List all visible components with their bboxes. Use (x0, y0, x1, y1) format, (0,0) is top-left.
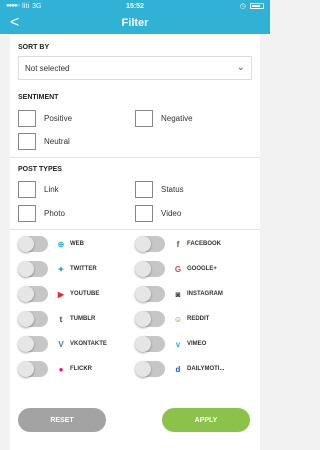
network-name: DAILYMOTI... (187, 366, 225, 372)
network-toggle-flickr[interactable]: ● FLICKR (18, 361, 92, 377)
apply-button[interactable]: APPLY (162, 408, 250, 432)
checkbox-label: Negative (161, 114, 193, 123)
nav-bar: < Filter (0, 12, 270, 34)
flickr-icon: ● (58, 364, 64, 374)
toggle-knob (135, 236, 151, 252)
network-toggle-youtube[interactable]: ▶ YOUTUBE (18, 286, 99, 302)
toggle-switch[interactable] (135, 286, 165, 302)
toggle-switch[interactable] (135, 311, 165, 327)
network-toggle-web[interactable]: ⊕ WEB (18, 236, 84, 252)
post-type-video-checkbox[interactable]: Video (135, 205, 181, 222)
network-toggle-google-plus[interactable]: G GOOGLE+ (135, 261, 217, 277)
facebook-icon: f (176, 239, 180, 249)
globe-icon: ⊕ (57, 239, 65, 249)
network-name: INSTAGRAM (187, 291, 223, 297)
checkbox-label: Photo (44, 209, 65, 218)
toggle-knob (18, 311, 34, 327)
clock: 15:52 (126, 2, 144, 10)
sentiment-negative-checkbox[interactable]: Negative (135, 110, 193, 127)
sort-by-select[interactable]: Not selected ⌄ (18, 56, 252, 80)
checkbox-label: Neutral (44, 137, 70, 146)
reset-button[interactable]: RESET (18, 408, 106, 432)
checkbox-box[interactable] (135, 181, 153, 198)
toggle-knob (135, 311, 151, 327)
page-title: Filter (121, 17, 149, 29)
network-toggle-vimeo[interactable]: v VIMEO (135, 336, 206, 352)
checkbox-box[interactable] (18, 181, 36, 198)
post-type-link-checkbox[interactable]: Link (18, 181, 59, 198)
status-bar: ●●●●○ líti 3G 15:52 ◷ (0, 0, 270, 12)
checkbox-box[interactable] (18, 205, 36, 222)
toggle-switch[interactable] (18, 336, 48, 352)
dailymotion-icon: d (175, 364, 181, 374)
chevron-down-icon: ⌄ (236, 62, 245, 73)
back-icon[interactable]: < (10, 14, 19, 32)
toggle-knob (18, 361, 34, 377)
toggle-switch[interactable] (18, 311, 48, 327)
network-name: VKONTAKTE (70, 341, 107, 347)
twitter-icon: ✦ (57, 264, 65, 274)
checkbox-label: Positive (44, 114, 73, 123)
sentiment-positive-checkbox[interactable]: Positive (18, 110, 72, 127)
network-name: FLICKR (70, 366, 92, 372)
vimeo-icon: v (175, 339, 181, 349)
filter-panel: SORT BY Not selected ⌄ SENTIMENT Positiv… (10, 34, 260, 450)
tumblr-icon: t (59, 314, 63, 324)
instagram-icon: ◙ (175, 289, 181, 299)
network-toggle-twitter[interactable]: ✦ TWITTER (18, 261, 97, 277)
checkbox-box[interactable] (18, 110, 36, 127)
toggle-switch[interactable] (18, 261, 48, 277)
youtube-icon: ▶ (57, 289, 65, 299)
network-toggle-reddit[interactable]: ☺ REDDIT (135, 311, 209, 327)
post-type-photo-checkbox[interactable]: Photo (18, 205, 65, 222)
toggle-knob (18, 286, 34, 302)
network-name: FACEBOOK (187, 241, 222, 247)
vk-icon: V (58, 339, 64, 349)
network-toggle-facebook[interactable]: f FACEBOOK (135, 236, 221, 252)
toggle-switch[interactable] (18, 236, 48, 252)
toggle-switch[interactable] (135, 236, 165, 252)
divider (10, 229, 260, 230)
checkbox-label: Link (44, 185, 59, 194)
post-type-status-checkbox[interactable]: Status (135, 181, 184, 198)
checkbox-box[interactable] (135, 205, 153, 222)
sort-by-value: Not selected (25, 63, 70, 73)
toggle-knob (135, 361, 151, 377)
checkbox-label: Video (161, 209, 182, 218)
toggle-switch[interactable] (135, 336, 165, 352)
network-name: YOUTUBE (70, 291, 100, 297)
network-toggle-dailymotion[interactable]: d DAILYMOTI... (135, 361, 224, 377)
network-name: WEB (70, 241, 84, 247)
toggle-knob (135, 286, 151, 302)
toggle-switch[interactable] (135, 361, 165, 377)
network-toggle-tumblr[interactable]: t TUMBLR (18, 311, 95, 327)
toggle-knob (18, 236, 34, 252)
network-name: TWITTER (70, 266, 97, 272)
toggle-knob (18, 261, 34, 277)
sentiment-neutral-checkbox[interactable]: Neutral (18, 133, 70, 150)
network-name: REDDIT (187, 316, 210, 322)
network-name: VIMEO (187, 341, 207, 347)
sort-by-label: SORT BY (18, 44, 50, 51)
reddit-icon: ☺ (173, 314, 183, 324)
checkbox-box[interactable] (135, 110, 153, 127)
post-types-label: POST TYPES (18, 166, 62, 173)
toggle-switch[interactable] (135, 261, 165, 277)
network-name: TUMBLR (70, 316, 96, 322)
sentiment-label: SENTIMENT (18, 94, 59, 101)
toggle-knob (18, 336, 34, 352)
toggle-switch[interactable] (18, 286, 48, 302)
network-toggle-instagram[interactable]: ◙ INSTAGRAM (135, 286, 223, 302)
network-name: GOOGLE+ (187, 266, 217, 272)
battery-icon (250, 3, 264, 9)
checkbox-box[interactable] (18, 133, 36, 150)
divider (10, 157, 260, 158)
checkbox-label: Status (161, 185, 184, 194)
toggle-knob (135, 261, 151, 277)
google-icon: G (174, 264, 182, 274)
toggle-knob (135, 336, 151, 352)
toggle-switch[interactable] (18, 361, 48, 377)
network-toggle-vkontakte[interactable]: V VKONTAKTE (18, 336, 107, 352)
